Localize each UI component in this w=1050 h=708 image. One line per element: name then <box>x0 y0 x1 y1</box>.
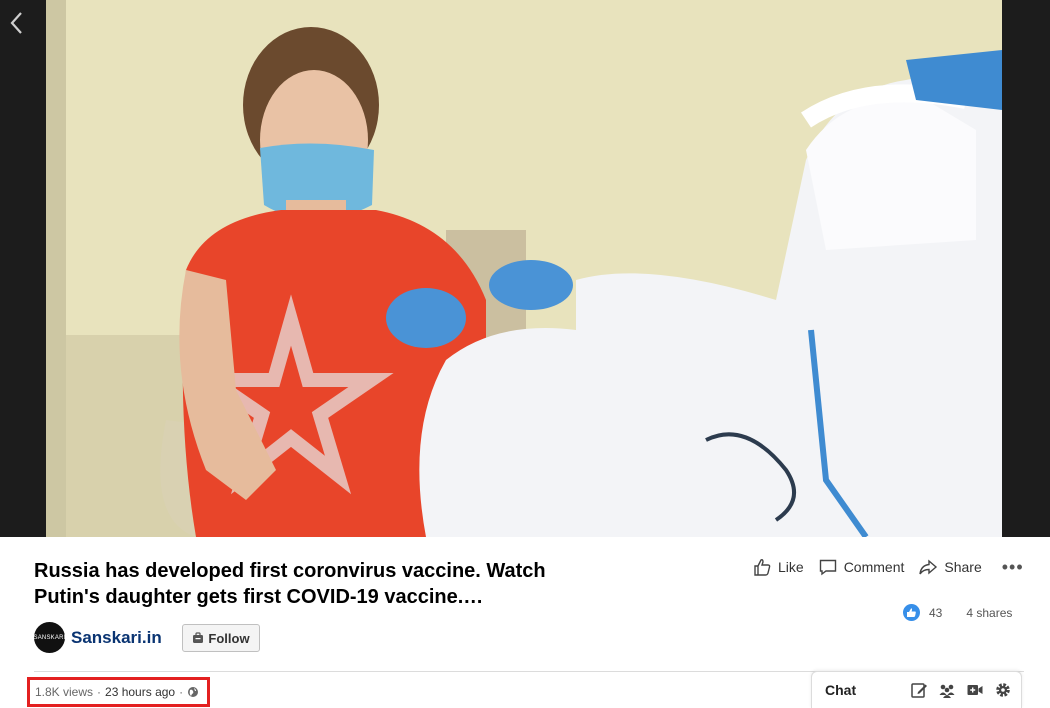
back-arrow-icon[interactable] <box>6 10 28 36</box>
view-count: 1.8K views <box>35 685 94 699</box>
share-icon <box>919 559 938 575</box>
post-title: Russia has developed first coronvirus va… <box>34 560 546 608</box>
video-call-icon[interactable] <box>965 680 985 700</box>
like-label: Like <box>778 559 804 575</box>
people-icon[interactable] <box>937 680 957 700</box>
chat-label[interactable]: Chat <box>825 682 909 698</box>
author-name[interactable]: Sanskari.in <box>71 628 162 648</box>
action-bar: Like Comment Share ••• <box>752 556 1024 578</box>
like-button[interactable]: Like <box>752 557 804 577</box>
comment-label: Comment <box>843 559 905 575</box>
meta-separator-2: · <box>179 685 184 699</box>
follow-label: Follow <box>208 630 250 646</box>
post-time[interactable]: 23 hours ago <box>105 685 175 699</box>
video-frame <box>46 0 1002 537</box>
more-options-button[interactable]: ••• <box>1002 557 1024 578</box>
comment-button[interactable]: Comment <box>818 557 905 577</box>
like-reaction-icon[interactable] <box>903 604 920 621</box>
share-button[interactable]: Share <box>918 557 982 577</box>
compose-message-icon[interactable] <box>909 680 929 700</box>
engagement-stats: 43 4 shares <box>903 604 1012 621</box>
comment-icon <box>819 559 836 576</box>
video-player[interactable] <box>0 0 1050 537</box>
follow-button[interactable]: Follow <box>182 624 260 652</box>
follow-icon <box>193 632 204 643</box>
chat-bar[interactable]: Chat <box>811 671 1022 708</box>
gear-icon[interactable] <box>993 680 1013 700</box>
globe-icon <box>188 687 199 697</box>
reaction-count[interactable]: 43 <box>929 606 942 620</box>
post-meta: 1.8K views · 23 hours ago · <box>27 677 210 707</box>
video-scene <box>46 0 1002 537</box>
meta-separator: · <box>97 685 102 699</box>
thumbs-up-icon <box>754 559 771 576</box>
avatar[interactable]: SANSKARI <box>34 622 65 653</box>
author-info[interactable]: SANSKARI Sanskari.in <box>34 622 162 653</box>
share-label: Share <box>944 559 982 575</box>
shares-count[interactable]: 4 shares <box>966 606 1012 620</box>
